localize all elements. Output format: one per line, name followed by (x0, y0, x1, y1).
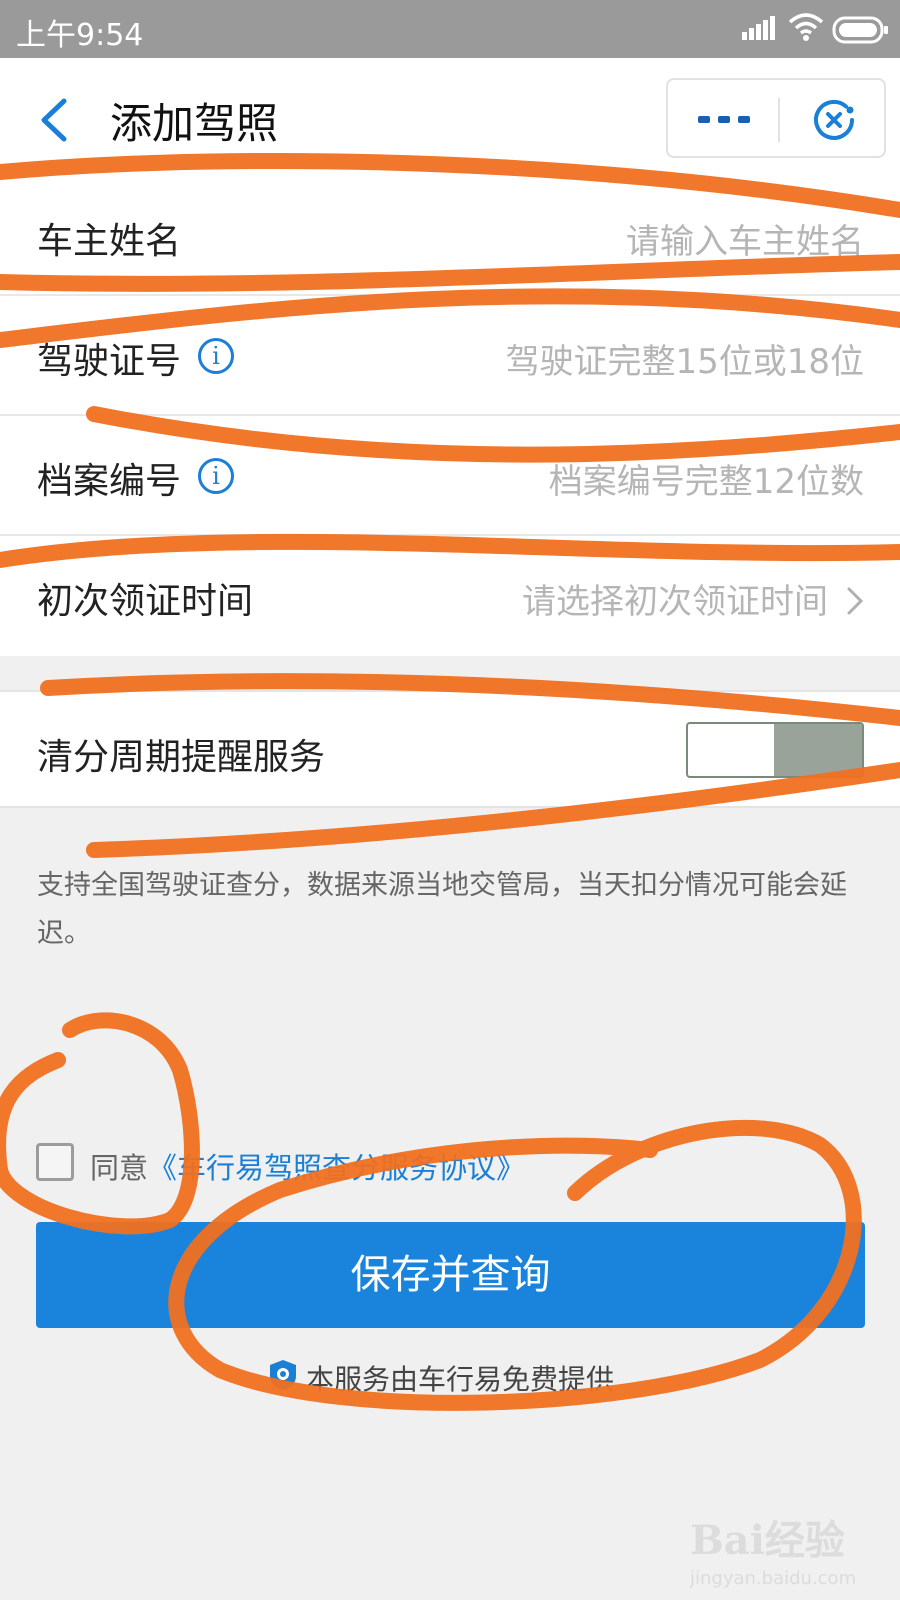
watermark: Bai经验 jingyan.baidu.com (690, 1508, 856, 1589)
info-icon[interactable]: i (198, 458, 234, 494)
agreement-checkbox[interactable] (36, 1143, 74, 1181)
license-number-row[interactable]: 驾驶证号 i 驾驶证完整15位或18位 (0, 296, 900, 416)
agreement-link[interactable]: 《车行易驾照查分服务协议》 (148, 1151, 525, 1185)
info-note: 支持全国驾驶证查分，数据来源当地交管局，当天扣分情况可能会延迟。 (37, 870, 847, 949)
provider-logo-icon (268, 1358, 298, 1396)
nav-bar: 添加驾照 (0, 58, 900, 176)
license-number-label: 驾驶证号 (37, 341, 182, 382)
agreement-text: 同意《车行易驾照查分服务协议》 (90, 1145, 525, 1187)
battery-icon (832, 16, 890, 48)
owner-name-row[interactable]: 车主姓名 请输入车主姓名 (0, 176, 900, 296)
provider-text: 本服务由车行易免费提供 (306, 1363, 615, 1396)
back-chevron-icon[interactable] (38, 98, 68, 146)
info-icon[interactable]: i (198, 338, 234, 374)
wifi-icon (788, 12, 824, 46)
file-number-label: 档案编号 (37, 461, 182, 502)
watermark-site: jingyan.baidu.com (690, 1568, 857, 1589)
capsule-divider (778, 98, 780, 142)
save-and-query-button[interactable]: 保存并查询 (36, 1222, 865, 1328)
page-title: 添加驾照 (110, 99, 279, 148)
first-issue-date-label: 初次领证时间 (37, 581, 254, 622)
chevron-right-icon (846, 586, 864, 620)
close-circle-icon[interactable] (810, 96, 858, 148)
file-number-input[interactable]: 档案编号完整12位数 (549, 454, 864, 503)
license-form: 车主姓名 请输入车主姓名 驾驶证号 i 驾驶证完整15位或18位 档案编号 i … (0, 176, 900, 656)
owner-name-input[interactable]: 请输入车主姓名 (626, 214, 864, 263)
status-bar: 上午9:54 (0, 0, 900, 58)
scribble-circle (0, 1012, 200, 1235)
signal-icon (742, 14, 776, 44)
mini-app-capsule (666, 78, 886, 158)
more-icon[interactable] (694, 102, 754, 142)
toggle-knob (774, 724, 862, 776)
agreement-prefix: 同意 (90, 1151, 149, 1185)
reminder-row: 清分周期提醒服务 (0, 690, 900, 808)
first-issue-date-picker[interactable]: 请选择初次领证时间 (522, 574, 828, 623)
reminder-label: 清分周期提醒服务 (37, 737, 326, 778)
watermark-brand: Bai经验 (690, 1517, 845, 1564)
license-number-input[interactable]: 驾驶证完整15位或18位 (505, 334, 864, 383)
owner-name-label: 车主姓名 (37, 221, 182, 262)
reminder-toggle[interactable] (686, 722, 864, 778)
first-issue-date-row[interactable]: 初次领证时间 请选择初次领证时间 (0, 536, 900, 656)
status-time: 上午9:54 (16, 18, 144, 53)
file-number-row[interactable]: 档案编号 i 档案编号完整12位数 (0, 416, 900, 536)
